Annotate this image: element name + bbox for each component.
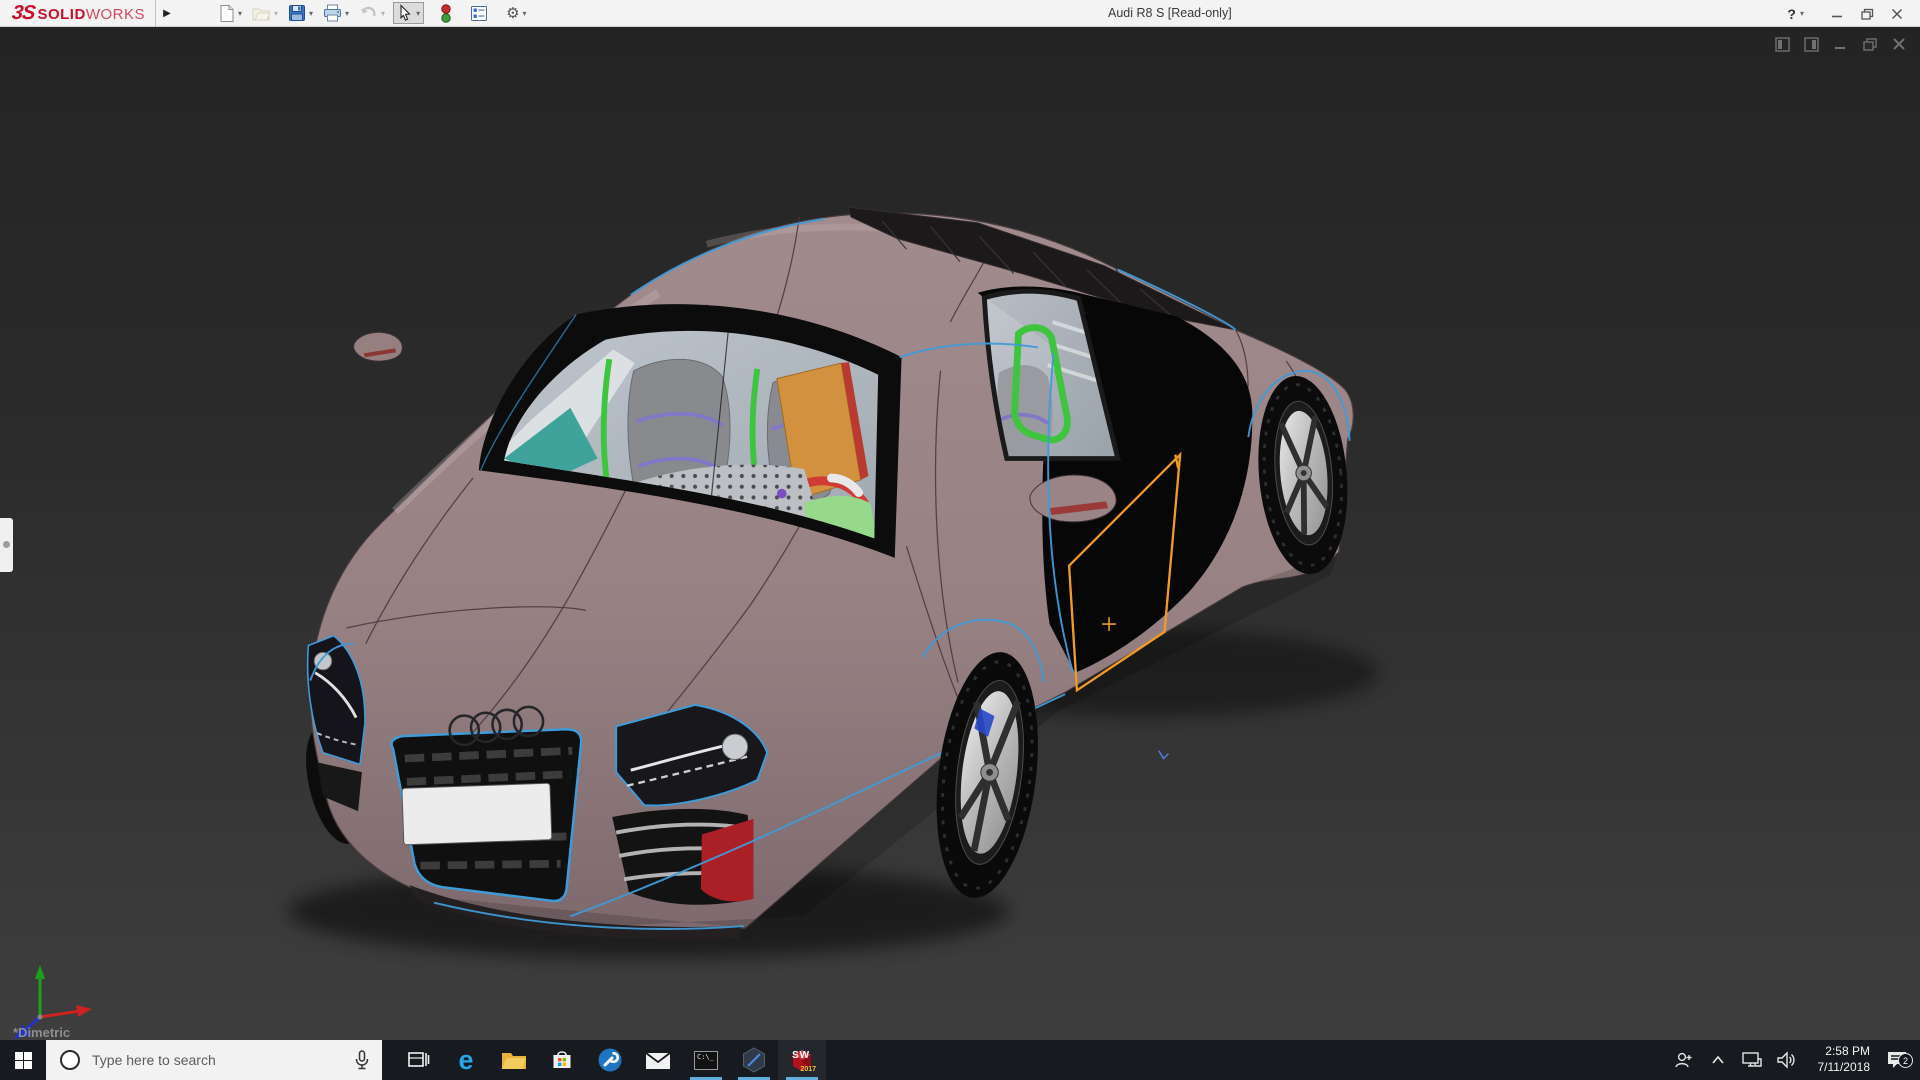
- title-bar: 3S SOLID WORKS ▶ ▾ ▾ ▾ ▾ ▾ ▾ ⚙ ▾ Audi R8…: [0, 0, 1920, 27]
- file-properties-button[interactable]: [468, 3, 490, 24]
- solidworks-logo-mark: 3S: [10, 1, 37, 24]
- wrench-circle-icon: [598, 1048, 622, 1072]
- close-icon: [1891, 8, 1903, 19]
- audi-r8-3d-model[interactable]: [0, 27, 1920, 1040]
- taskbar-search[interactable]: Type here to search: [46, 1040, 382, 1080]
- license-plate: [401, 782, 553, 846]
- edge-icon: e: [458, 1044, 474, 1075]
- logo-works-text: WORKS: [85, 5, 145, 23]
- command-prompt-button[interactable]: C:\_: [682, 1040, 730, 1080]
- people-button[interactable]: [1672, 1051, 1696, 1069]
- edge-button[interactable]: e: [442, 1040, 490, 1080]
- open-button[interactable]: ▾: [250, 3, 280, 24]
- front-grille[interactable]: [390, 728, 583, 903]
- save-icon: [289, 5, 306, 21]
- side-mirror-right[interactable]: [1029, 474, 1117, 523]
- caret-icon: ▾: [381, 8, 386, 18]
- store-icon: [553, 1051, 571, 1068]
- solidworks-taskbar-button[interactable]: SW 2017: [778, 1040, 826, 1080]
- task-view-icon: [408, 1052, 430, 1067]
- clock-time: 2:58 PM: [1825, 1044, 1870, 1059]
- system-tray: 2:58 PM 7/11/2018 2: [1672, 1040, 1920, 1080]
- support-app-button[interactable]: [586, 1040, 634, 1080]
- select-cursor-icon: [400, 4, 411, 21]
- menu-flyout-arrow-icon[interactable]: ▶: [156, 8, 178, 19]
- view-orientation-label: *Dimetric: [13, 1025, 71, 1040]
- caret-icon[interactable]: ▾: [523, 9, 527, 18]
- solidworks-2017-icon: SW 2017: [792, 1050, 816, 1073]
- file-explorer-icon: [502, 1053, 526, 1069]
- select-button[interactable]: ▾: [393, 2, 425, 24]
- volume-icon[interactable]: [1774, 1051, 1798, 1069]
- clock-date: 7/11/2018: [1817, 1060, 1871, 1074]
- undo-button[interactable]: ▾: [357, 3, 387, 23]
- action-center-button[interactable]: 2: [1880, 1050, 1914, 1070]
- solidworks-window: 3S SOLID WORKS ▶ ▾ ▾ ▾ ▾ ▾ ▾ ⚙ ▾ Audi R8…: [0, 0, 1920, 1080]
- minimize-icon: [1832, 15, 1842, 17]
- close-button[interactable]: [1882, 0, 1912, 27]
- undo-icon: [361, 6, 376, 17]
- windows-taskbar: Type here to search e C:\_ SW 2017 2:58 …: [0, 1040, 1920, 1080]
- restore-button[interactable]: [1852, 0, 1882, 27]
- search-placeholder: Type here to search: [92, 1052, 216, 1068]
- file-properties-icon: [471, 5, 488, 21]
- traffic-light-icon: [441, 3, 451, 23]
- start-button[interactable]: [0, 1040, 46, 1080]
- stray-edge-mark: [1158, 750, 1169, 760]
- options-button[interactable]: ⚙ ▾: [504, 4, 528, 23]
- caret-icon[interactable]: ▾: [309, 9, 313, 18]
- hidden-icons-chevron[interactable]: [1706, 1055, 1730, 1065]
- titlebar-controls: ? ▾: [1787, 0, 1912, 27]
- side-intake-right[interactable]: [612, 808, 754, 905]
- mail-button[interactable]: [634, 1040, 682, 1080]
- cortana-icon: [60, 1050, 80, 1070]
- caret-icon[interactable]: ▾: [345, 9, 349, 18]
- print-button[interactable]: ▾: [321, 2, 351, 24]
- new-document-icon: [220, 4, 234, 22]
- notification-badge: 2: [1898, 1053, 1913, 1068]
- file-explorer-button[interactable]: [490, 1040, 538, 1080]
- minimize-button[interactable]: [1822, 0, 1852, 27]
- print-icon: [324, 4, 342, 22]
- solidworks-logo[interactable]: 3S SOLID WORKS: [0, 2, 145, 25]
- quick-access-toolbar: ▾ ▾ ▾ ▾ ▾ ▾ ⚙ ▾: [216, 2, 535, 25]
- side-mirror-left[interactable]: [353, 331, 403, 362]
- hexagon-app-icon: [741, 1047, 767, 1073]
- hexagon-app-button[interactable]: [730, 1040, 778, 1080]
- caret-icon: ▾: [274, 8, 279, 18]
- network-icon[interactable]: [1740, 1051, 1764, 1069]
- help-button[interactable]: ?: [1787, 6, 1796, 22]
- new-document-button[interactable]: ▾: [216, 2, 244, 25]
- taskbar-apps: e C:\_ SW 2017: [394, 1040, 826, 1080]
- graphics-viewport[interactable]: *Dimetric: [0, 27, 1920, 1040]
- taskbar-clock[interactable]: 2:58 PM 7/11/2018: [1808, 1044, 1871, 1075]
- help-caret-icon[interactable]: ▾: [1800, 9, 1804, 18]
- logo-solid-text: SOLID: [37, 5, 86, 23]
- microphone-icon[interactable]: [354, 1050, 370, 1070]
- command-prompt-icon: C:\_: [694, 1050, 718, 1070]
- mail-icon: [645, 1052, 671, 1069]
- caret-icon[interactable]: ▾: [238, 9, 242, 18]
- windows-logo-icon: [14, 1051, 32, 1069]
- store-button[interactable]: [538, 1040, 586, 1080]
- document-title: Audi R8 S [Read-only]: [1108, 6, 1232, 20]
- caret-icon[interactable]: ▾: [416, 9, 420, 18]
- save-button[interactable]: ▾: [286, 2, 315, 24]
- restore-icon: [1860, 8, 1873, 20]
- task-view-button[interactable]: [394, 1040, 442, 1080]
- rebuild-button[interactable]: [438, 2, 454, 25]
- open-icon: [252, 8, 271, 20]
- gear-icon: ⚙: [506, 4, 520, 22]
